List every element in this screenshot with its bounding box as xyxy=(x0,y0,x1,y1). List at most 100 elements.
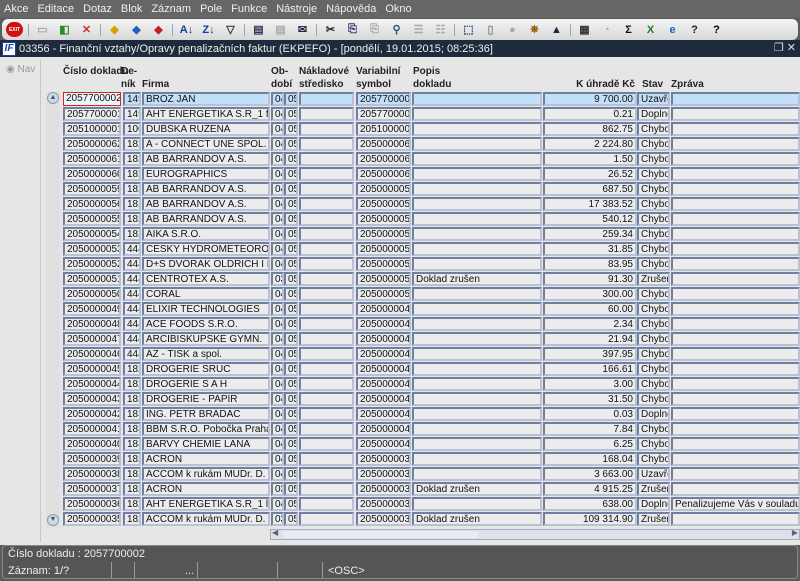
cell-obdobi-2[interactable]: 05 xyxy=(284,182,298,196)
cell-stredisko[interactable] xyxy=(299,272,354,286)
restore-icon[interactable]: ❐ xyxy=(774,42,784,54)
cell-obdobi-1[interactable]: 04 xyxy=(271,362,284,376)
cell-denik[interactable]: 182 xyxy=(123,512,141,526)
cell-cislo[interactable]: 2050000047 xyxy=(63,332,121,346)
cell-cislo[interactable]: 2050000059 xyxy=(63,182,121,196)
cell-denik[interactable]: 182 xyxy=(123,482,141,496)
cell-zprava[interactable] xyxy=(671,227,800,241)
cell-obdobi-2[interactable]: 05 xyxy=(284,152,298,166)
cell-stredisko[interactable] xyxy=(299,437,354,451)
cell-stav[interactable]: Uzavřen xyxy=(637,467,670,481)
table-row[interactable]: 2050000054182AIKA S.R.O.0405205000005425… xyxy=(0,227,800,242)
sort-desc-icon[interactable]: Z↓ xyxy=(200,22,217,37)
cell-zprava[interactable] xyxy=(671,182,800,196)
table-row[interactable]: 2050000040183BARVY CHEMIE LANA0405205000… xyxy=(0,437,800,452)
menu-3[interactable]: Blok xyxy=(121,3,142,15)
cell-denik[interactable]: 182 xyxy=(123,212,141,226)
cell-popis[interactable] xyxy=(412,332,542,346)
table-row[interactable]: 2050000053444CESKY HYDROMETEOROLO Kav040… xyxy=(0,242,800,257)
cell-stredisko[interactable] xyxy=(299,452,354,466)
cell-cislo[interactable]: 2050000049 xyxy=(63,302,121,316)
cell-stredisko[interactable] xyxy=(299,497,354,511)
cell-obdobi-1[interactable]: 04 xyxy=(271,122,284,136)
cell-cislo[interactable]: 2050000048 xyxy=(63,317,121,331)
document-icon[interactable]: ▯ xyxy=(482,22,499,37)
cell-obdobi-1[interactable]: 04 xyxy=(271,437,284,451)
cell-k-uhrade[interactable]: 397.95 xyxy=(543,347,637,361)
cell-k-uhrade[interactable]: 300.00 xyxy=(543,287,637,301)
table-row[interactable]: 2050000046444AZ - TISK a spol.0405205000… xyxy=(0,347,800,362)
cell-obdobi-2[interactable]: 05 xyxy=(284,167,298,181)
cell-obdobi-2[interactable]: 05 xyxy=(284,92,298,106)
cell-k-uhrade[interactable]: 60.00 xyxy=(543,302,637,316)
cell-zprava[interactable] xyxy=(671,137,800,151)
menu-4[interactable]: Záznam xyxy=(151,3,191,15)
cell-obdobi-2[interactable]: 05 xyxy=(284,137,298,151)
cell-denik[interactable]: 182 xyxy=(123,497,141,511)
cell-stav[interactable]: Chybový xyxy=(637,377,670,391)
cell-popis[interactable] xyxy=(412,452,542,466)
cell-stav[interactable]: Chybový xyxy=(637,422,670,436)
cell-stredisko[interactable] xyxy=(299,197,354,211)
menu-9[interactable]: Okno xyxy=(385,3,411,15)
cell-obdobi-1[interactable]: 03 xyxy=(271,272,284,286)
cell-stredisko[interactable] xyxy=(299,287,354,301)
cell-var-symbol[interactable]: 2050000045 xyxy=(356,362,411,376)
cell-denik[interactable]: 444 xyxy=(123,302,141,316)
cell-var-symbol[interactable]: 2050000041 xyxy=(356,422,411,436)
cell-obdobi-1[interactable]: 04 xyxy=(271,152,284,166)
cell-popis[interactable] xyxy=(412,107,542,121)
cell-firma[interactable]: AIKA S.R.O. xyxy=(142,227,270,241)
cell-zprava[interactable] xyxy=(671,212,800,226)
cell-obdobi-2[interactable]: 05 xyxy=(284,287,298,301)
cell-denik[interactable]: 149 xyxy=(123,107,141,121)
clock-icon[interactable]: ◔ xyxy=(598,22,615,37)
table-row[interactable]: 2050000050444CORAL04052050000050300.00Ch… xyxy=(0,287,800,302)
cell-k-uhrade[interactable]: 638.00 xyxy=(543,497,637,511)
cell-firma[interactable]: CESKY HYDROMETEOROLO Kav xyxy=(142,242,270,256)
cell-firma[interactable]: ACE FOODS S.R.O. xyxy=(142,317,270,331)
cell-zprava[interactable] xyxy=(671,197,800,211)
cell-popis[interactable] xyxy=(412,497,542,511)
cell-stav[interactable]: Doplněn xyxy=(637,497,670,511)
cell-stav[interactable]: Chybový xyxy=(637,227,670,241)
cell-k-uhrade[interactable]: 862.75 xyxy=(543,122,637,136)
cell-popis[interactable] xyxy=(412,227,542,241)
cell-stav[interactable]: Chybový xyxy=(637,302,670,316)
cell-stredisko[interactable] xyxy=(299,257,354,271)
delete-record-icon[interactable]: ◆ xyxy=(150,22,167,37)
cell-obdobi-2[interactable]: 05 xyxy=(284,452,298,466)
cell-obdobi-1[interactable]: 04 xyxy=(271,317,284,331)
cell-cislo[interactable]: 2050000060 xyxy=(63,167,121,181)
cell-firma[interactable]: BROZ JAN xyxy=(142,92,270,106)
cell-k-uhrade[interactable]: 83.95 xyxy=(543,257,637,271)
cell-cislo[interactable]: 2050000062 xyxy=(63,137,121,151)
cell-stredisko[interactable] xyxy=(299,107,354,121)
cell-var-symbol[interactable]: 2050000062 xyxy=(356,137,411,151)
columns-icon[interactable]: ☷ xyxy=(432,22,449,37)
cell-stredisko[interactable] xyxy=(299,227,354,241)
close-icon[interactable]: ✕ xyxy=(787,42,796,54)
cell-stredisko[interactable] xyxy=(299,167,354,181)
cell-firma[interactable]: ARCIBISKUPSKE GYMN. xyxy=(142,332,270,346)
cell-obdobi-1[interactable]: 04 xyxy=(271,257,284,271)
cell-cislo[interactable]: 2050000054 xyxy=(63,227,121,241)
cell-denik[interactable]: 444 xyxy=(123,257,141,271)
menu-0[interactable]: Akce xyxy=(4,3,28,15)
cell-k-uhrade[interactable]: 31.85 xyxy=(543,242,637,256)
cell-denik[interactable]: 183 xyxy=(123,407,141,421)
cell-popis[interactable] xyxy=(412,347,542,361)
cell-stredisko[interactable] xyxy=(299,212,354,226)
cell-popis[interactable] xyxy=(412,212,542,226)
cell-cislo[interactable]: 2050000046 xyxy=(63,347,121,361)
table-row[interactable]: 2050000038182ACCOM k rukám MUDr. D. Satt… xyxy=(0,467,800,482)
cell-stredisko[interactable] xyxy=(299,467,354,481)
cell-popis[interactable]: Doklad zrušen xyxy=(412,512,542,526)
cell-stredisko[interactable] xyxy=(299,317,354,331)
cell-stav[interactable]: Chybový xyxy=(637,362,670,376)
cell-zprava[interactable] xyxy=(671,152,800,166)
cell-zprava[interactable] xyxy=(671,92,800,106)
cell-denik[interactable]: 182 xyxy=(123,362,141,376)
cell-k-uhrade[interactable]: 21.94 xyxy=(543,332,637,346)
save-disabled-icon[interactable]: ▭ xyxy=(34,22,51,37)
